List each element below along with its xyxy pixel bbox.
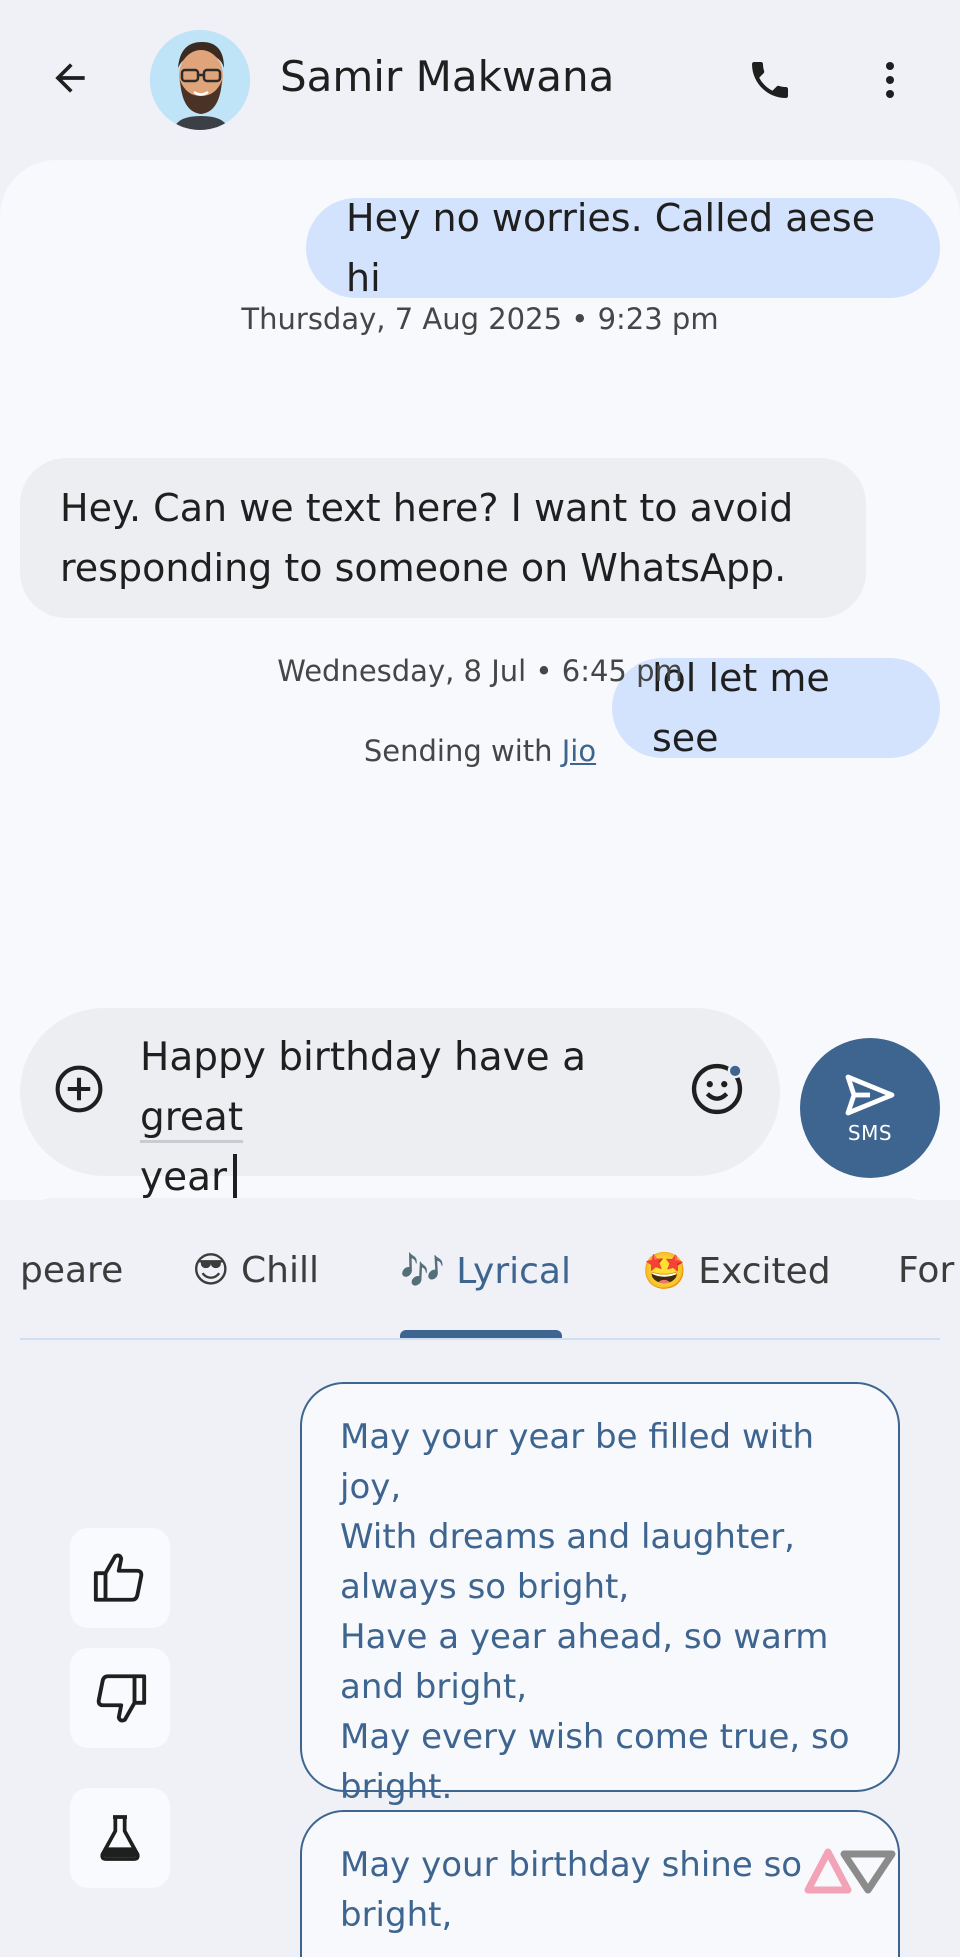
tab-label: For (898, 1250, 955, 1291)
contact-name[interactable]: Samir Makwana (280, 52, 614, 101)
tab-excited[interactable]: 🤩 Excited (642, 1250, 831, 1292)
labs-feedback-button[interactable] (70, 1788, 170, 1888)
tab-lyrical[interactable]: 🎶 Lyrical (400, 1250, 571, 1292)
message-text: Hey no worries. Called aese hi (346, 196, 876, 300)
active-tab-indicator (400, 1330, 562, 1338)
sending-with-info: Sending with Jio (0, 734, 960, 768)
thumbs-down-button[interactable] (70, 1648, 170, 1748)
compose-text-part: Happy birthday have a (140, 1035, 586, 1080)
app-bar: Samir Makwana (0, 0, 960, 160)
back-button[interactable] (36, 44, 104, 112)
tab-label: Chill (240, 1250, 319, 1291)
thumbs-up-button[interactable] (70, 1528, 170, 1628)
send-icon (845, 1074, 895, 1116)
flask-icon (100, 1815, 140, 1861)
suggestion-line: bright. (340, 1767, 453, 1807)
compose-text-word: year (140, 1155, 228, 1203)
sending-with-prefix: Sending with (363, 734, 562, 768)
tab-label: Excited (698, 1251, 831, 1292)
carrier-link[interactable]: Jio (562, 734, 596, 768)
message-text-line: responding to someone on WhatsApp. (60, 546, 787, 590)
suggestion-line: bright, (340, 1895, 453, 1935)
message-input[interactable]: Happy birthday have a great year (140, 1028, 680, 1208)
suggestion-line: May your year be filled with joy, (340, 1417, 815, 1507)
text-cursor (233, 1154, 238, 1198)
send-button-label: SMS (847, 1121, 893, 1145)
avatar[interactable] (150, 30, 250, 130)
compose-field[interactable]: Happy birthday have a great year (20, 1008, 780, 1203)
more-options-button[interactable] (856, 46, 924, 114)
suggestion-line: May your birthday shine so (340, 1845, 803, 1885)
tab-label: peare (20, 1250, 124, 1291)
watermark-logo-icon (804, 1848, 896, 1894)
more-vert-icon (886, 62, 894, 98)
suggestion-line: Have a year ahead, so warm (340, 1617, 829, 1657)
emoji-button[interactable] (686, 1058, 748, 1120)
send-sms-button[interactable]: SMS (800, 1038, 940, 1178)
arrow-back-icon (55, 63, 85, 93)
emoji-smiley-icon (691, 1063, 743, 1115)
incoming-message[interactable]: Hey. Can we text here? I want to avoid r… (20, 458, 866, 618)
tone-tabs: peare 😎 Chill 🎶 Lyrical 🤩 Excited For (0, 1198, 960, 1340)
tab-label: Lyrical (456, 1251, 571, 1292)
call-button[interactable] (736, 46, 804, 114)
memoji-avatar-icon (150, 30, 250, 130)
message-timestamp: Wednesday, 8 Jul • 6:45 pm (277, 654, 683, 688)
message-text-line: Hey. Can we text here? I want to avoid (60, 486, 794, 530)
music-notes-emoji-icon: 🎶 (400, 1251, 445, 1292)
sunglasses-emoji-icon: 😎 (192, 1250, 230, 1291)
add-circle-icon (55, 1065, 103, 1113)
thumb-up-icon (93, 1553, 144, 1602)
suggestion-card[interactable]: May your year be filled with joy, With d… (300, 1382, 900, 1807)
outgoing-message[interactable]: Hey no worries. Called aese hi (306, 196, 940, 300)
message-timestamp: Thursday, 7 Aug 2025 • 9:23 pm (241, 302, 719, 336)
tab-shakespeare[interactable]: peare (20, 1250, 123, 1291)
thumb-down-icon (96, 1674, 147, 1723)
attach-button[interactable] (48, 1058, 110, 1120)
phone-icon (752, 62, 788, 98)
tab-formal[interactable]: For (898, 1250, 954, 1291)
tab-chill[interactable]: 😎 Chill (192, 1250, 319, 1291)
tabs-divider (20, 1338, 940, 1340)
suggestion-line: and bright, (340, 1667, 528, 1707)
suggestion-line: With dreams and laughter, (340, 1517, 795, 1557)
suggestion-line: always so bright, (340, 1567, 630, 1607)
suggestion-line: May every wish come true, so (340, 1717, 850, 1757)
compose-text-word: great (140, 1095, 244, 1143)
star-struck-emoji-icon: 🤩 (642, 1251, 687, 1292)
